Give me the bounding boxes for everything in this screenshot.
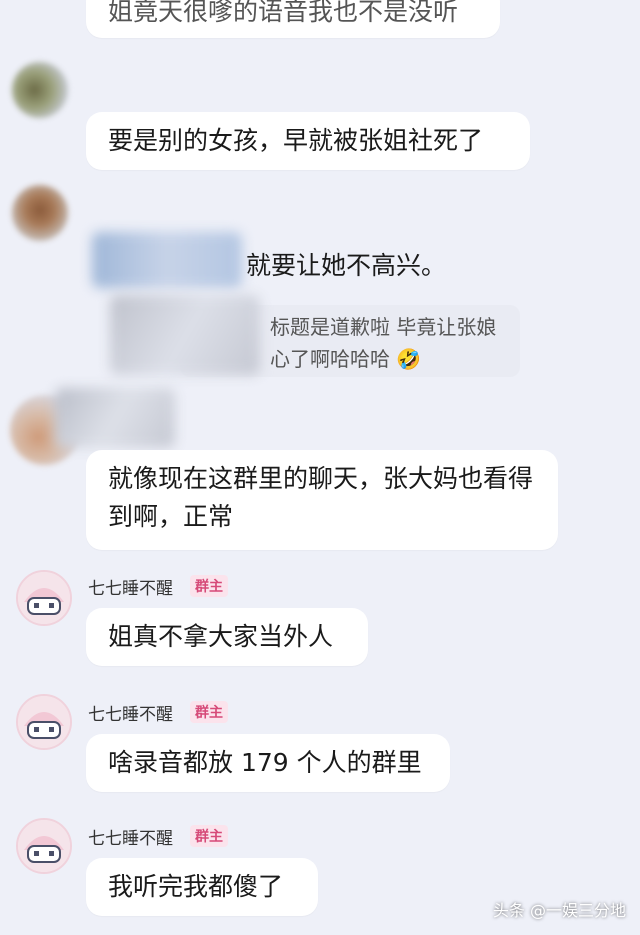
message-bubble[interactable]: 要是别的女孩，早就被张姐社死了: [86, 112, 530, 170]
message-bubble[interactable]: 就要让她不高兴。: [86, 236, 466, 296]
group-owner-badge: 群主: [190, 575, 228, 597]
message-text: 要是别的女孩，早就被张姐社死了: [108, 126, 484, 155]
anime-avatar-icon: [18, 572, 70, 624]
sender-name[interactable]: 七七睡不醒: [88, 824, 173, 849]
message-bubble[interactable]: 我听完我都傻了: [86, 858, 318, 916]
avatar[interactable]: [12, 185, 68, 241]
quote-line: 心了啊哈哈哈: [270, 347, 390, 371]
message-text: 啥录音都放 179 个人的群里: [108, 748, 422, 777]
message-text: 就要让她不高兴。: [246, 251, 447, 280]
message-bubble[interactable]: 啥录音都放 179 个人的群里: [86, 734, 450, 792]
message-text: 我听完我都傻了: [108, 872, 284, 901]
sender-name[interactable]: 七七睡不醒: [88, 700, 173, 725]
message-bubble[interactable]: 姐真不拿大家当外人: [86, 608, 368, 666]
message-bubble[interactable]: 姐竟天很嗲的语音我也不是没听: [86, 0, 500, 38]
laughing-emoji-icon: 🤣: [396, 347, 422, 371]
avatar[interactable]: [16, 818, 72, 874]
sender-name[interactable]: 七七睡不醒: [88, 574, 173, 599]
anime-avatar-icon: [18, 820, 70, 872]
redacted-area: [110, 295, 260, 375]
quote-line: 标题是道歉啦 毕竟让张娘: [270, 315, 497, 339]
avatar[interactable]: [12, 62, 68, 118]
message-text: 就像现在这群里的聊天，张大妈也看得到啊，正常: [108, 464, 534, 531]
message-bubble[interactable]: 就像现在这群里的聊天，张大妈也看得到啊，正常: [86, 450, 558, 550]
message-text: 姐真不拿大家当外人: [108, 622, 334, 651]
avatar[interactable]: [16, 694, 72, 750]
redacted-area: [55, 388, 175, 448]
watermark: 头条 @一娱三分地: [492, 901, 626, 920]
anime-avatar-icon: [18, 696, 70, 748]
group-owner-badge: 群主: [190, 825, 228, 847]
avatar[interactable]: [16, 570, 72, 626]
message-text: 姐竟天很嗲的语音我也不是没听: [108, 0, 459, 26]
group-owner-badge: 群主: [190, 701, 228, 723]
